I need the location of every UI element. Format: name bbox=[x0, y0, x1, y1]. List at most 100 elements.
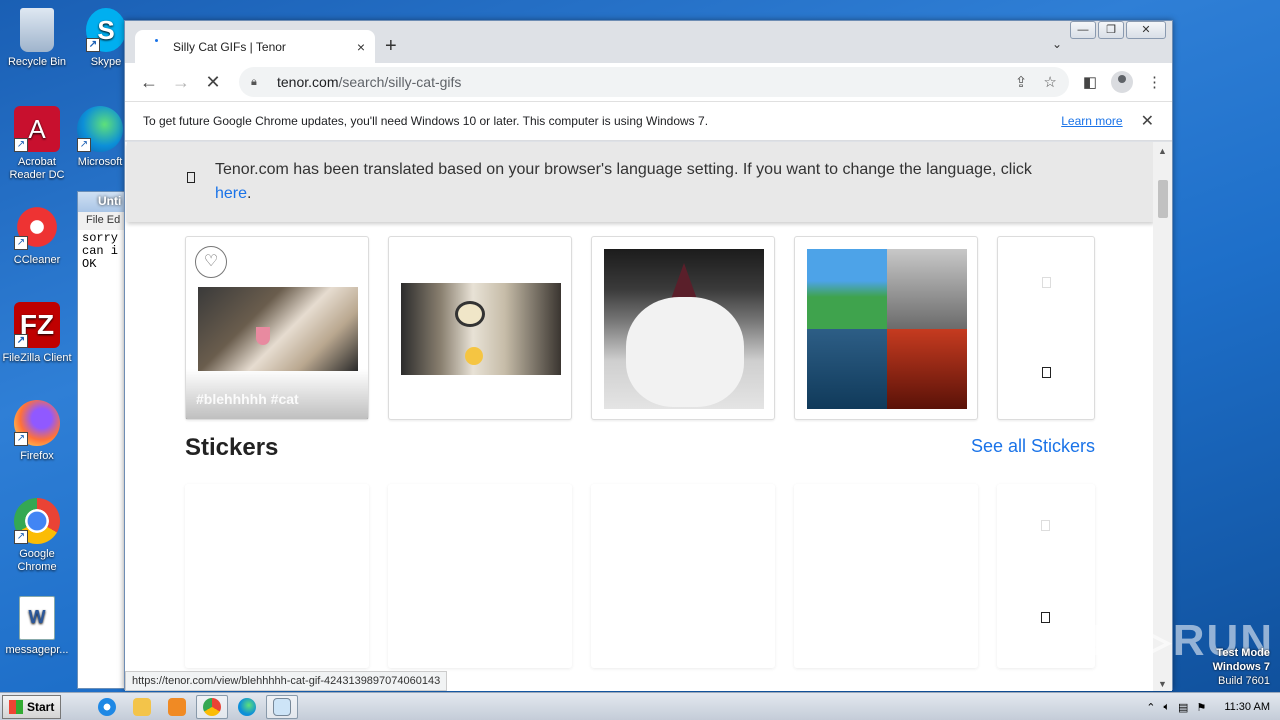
gif-image-cat-blep[interactable] bbox=[198, 287, 358, 371]
scroll-down-icon[interactable]: ▼ bbox=[1158, 679, 1167, 689]
desktop-icon-edge[interactable]: ↗ Microsoft bbox=[70, 106, 130, 169]
url-text[interactable]: tenor.com/search/silly-cat-gifs bbox=[277, 74, 999, 90]
see-all-stickers-link[interactable]: See all Stickers bbox=[971, 436, 1095, 457]
tray-expand-icon[interactable]: ⌃ bbox=[1146, 701, 1155, 714]
word-doc-icon: W bbox=[19, 596, 55, 640]
stop-loading-icon[interactable]: ✕ bbox=[199, 72, 227, 93]
taskbar-chrome[interactable] bbox=[196, 694, 229, 719]
close-window-button[interactable]: ✕ bbox=[1126, 21, 1166, 39]
taskbar-explorer[interactable] bbox=[126, 695, 158, 719]
translate-here-link[interactable]: here bbox=[215, 185, 247, 202]
forward-arrow-icon[interactable]: → bbox=[167, 72, 195, 93]
gif-card[interactable] bbox=[794, 236, 978, 420]
scroll-up-icon[interactable]: ▲ bbox=[1158, 146, 1167, 156]
ie-icon bbox=[98, 697, 117, 716]
sticker-card[interactable] bbox=[591, 484, 775, 668]
translate-suffix: . bbox=[247, 185, 252, 202]
taskbar-edge[interactable] bbox=[231, 695, 263, 719]
chrome-icon bbox=[203, 697, 222, 716]
volume-icon[interactable]: 🔈︎ bbox=[1163, 701, 1170, 714]
url-host: tenor.com bbox=[277, 74, 339, 90]
gif-tags[interactable]: #blehhhhh #cat bbox=[196, 391, 299, 407]
menu-kebab-icon[interactable]: ⋮ bbox=[1147, 73, 1162, 91]
gif-image-cat-wide-eyes[interactable] bbox=[401, 283, 561, 375]
desktop-icon-acrobat[interactable]: A ↗ Acrobat Reader DC bbox=[0, 106, 74, 182]
minimize-button[interactable]: — bbox=[1070, 21, 1096, 39]
desktop-icon-label: Firefox bbox=[20, 450, 54, 462]
sticker-card[interactable] bbox=[185, 484, 369, 668]
watermark-line: Build 7601 bbox=[1218, 675, 1270, 687]
address-bar[interactable]: 🔒︎ tenor.com/search/silly-cat-gifs ⇪ ☆ bbox=[239, 67, 1069, 97]
chrome-window[interactable]: — ❐ ✕ Silly Cat GIFs | Tenor × + ⌄ ← → ✕… bbox=[124, 20, 1173, 691]
filezilla-icon: FZ ↗ bbox=[14, 302, 60, 348]
gif-card[interactable]: ♡ #blehhhhh #cat bbox=[185, 236, 369, 420]
start-button[interactable]: Start bbox=[2, 694, 62, 719]
acrobat-icon: A ↗ bbox=[14, 106, 60, 152]
action-center-flag-icon[interactable]: ⚑ bbox=[1196, 701, 1206, 714]
tab-title: Silly Cat GIFs | Tenor bbox=[173, 39, 286, 54]
gif-card[interactable] bbox=[591, 236, 775, 420]
taskbar: Start ⌃ 🔈︎ ▤ ⚑ 11:30 AM bbox=[0, 692, 1280, 720]
windows-flag-icon bbox=[9, 699, 23, 714]
desktop-icon-label: Microsoft bbox=[77, 156, 123, 168]
heart-favorite-icon[interactable]: ♡ bbox=[195, 246, 227, 278]
desktop-icon-ccleaner[interactable]: ↗ CCleaner bbox=[0, 204, 74, 267]
network-icon[interactable]: ▤ bbox=[1178, 701, 1188, 714]
desktop-icon-filezilla[interactable]: FZ ↗ FileZilla Client bbox=[0, 302, 74, 365]
gif-image-cat-windows-xp[interactable] bbox=[807, 249, 967, 409]
taskbar-ie[interactable] bbox=[91, 695, 123, 719]
new-tab-button[interactable]: + bbox=[385, 35, 397, 58]
shortcut-arrow-icon: ↗ bbox=[14, 236, 28, 250]
ccleaner-icon: ↗ bbox=[14, 204, 60, 250]
shortcut-arrow-icon: ↗ bbox=[77, 138, 91, 152]
sticker-card[interactable] bbox=[388, 484, 572, 668]
shortcut-arrow-icon: ↗ bbox=[14, 432, 28, 446]
chrome-icon: ↗ bbox=[14, 498, 60, 544]
taskbar-media-player[interactable] bbox=[161, 695, 193, 719]
taskbar-notepad[interactable] bbox=[266, 694, 299, 719]
shortcut-arrow-icon: ↗ bbox=[14, 138, 28, 152]
browser-tab[interactable]: Silly Cat GIFs | Tenor × bbox=[135, 30, 375, 63]
translate-info-icon bbox=[187, 172, 195, 183]
start-label: Start bbox=[27, 699, 55, 714]
translate-message: Tenor.com has been translated based on y… bbox=[187, 158, 1032, 206]
loading-favicon-icon bbox=[149, 38, 165, 55]
window-controls: — ❐ ✕ bbox=[1070, 21, 1166, 39]
image-placeholder-icon bbox=[1042, 277, 1051, 288]
notepad-icon bbox=[273, 697, 292, 716]
lock-icon[interactable]: 🔒︎ bbox=[251, 76, 263, 89]
desktop-icon-firefox[interactable]: ↗ Firefox bbox=[0, 400, 74, 463]
tab-close-icon[interactable]: × bbox=[357, 39, 365, 55]
side-panel-icon[interactable]: ◧ bbox=[1083, 73, 1097, 91]
desktop-icon-label: Recycle Bin bbox=[7, 56, 67, 68]
maximize-button[interactable]: ❐ bbox=[1098, 21, 1124, 39]
page-scrollbar[interactable]: ▲ ▼ bbox=[1153, 142, 1172, 691]
desktop-icon-chrome[interactable]: ↗ Google Chrome bbox=[0, 498, 74, 574]
folder-icon bbox=[133, 697, 152, 716]
learn-more-link[interactable]: Learn more bbox=[1061, 114, 1122, 128]
share-icon[interactable]: ⇪ bbox=[1015, 73, 1028, 91]
recycle-bin-icon bbox=[20, 8, 54, 52]
clock[interactable]: 11:30 AM bbox=[1224, 701, 1270, 713]
back-arrow-icon[interactable]: ← bbox=[135, 72, 163, 93]
skype-icon: S ↗ bbox=[86, 8, 126, 52]
scrollbar-thumb[interactable] bbox=[1158, 180, 1168, 218]
profile-avatar-icon[interactable] bbox=[1111, 71, 1133, 93]
infobar-close-icon[interactable]: ✕ bbox=[1141, 111, 1154, 131]
image-placeholder-icon bbox=[1041, 520, 1050, 531]
gif-card-loading[interactable] bbox=[997, 236, 1095, 420]
gif-card[interactable] bbox=[388, 236, 572, 420]
desktop-icon-recycle-bin[interactable]: Recycle Bin bbox=[0, 8, 74, 69]
status-bar-url: https://tenor.com/view/blehhhhh-cat-gif-… bbox=[125, 671, 448, 691]
watermark-line: Test Mode bbox=[1216, 647, 1270, 659]
gif-image-cat-party-hat[interactable] bbox=[604, 249, 764, 409]
shortcut-arrow-icon: ↗ bbox=[86, 38, 100, 52]
tab-search-chevron-icon[interactable]: ⌄ bbox=[1052, 37, 1062, 51]
bookmark-star-icon[interactable]: ☆ bbox=[1043, 73, 1056, 91]
infobar-message: To get future Google Chrome updates, you… bbox=[143, 114, 709, 128]
stickers-heading: Stickers bbox=[185, 434, 279, 461]
desktop-icon-word-doc[interactable]: W messagepr... bbox=[0, 596, 74, 657]
sticker-card[interactable] bbox=[794, 484, 978, 668]
edge-icon bbox=[238, 697, 257, 716]
system-tray: ⌃ 🔈︎ ▤ ⚑ 11:30 AM bbox=[1136, 693, 1280, 720]
